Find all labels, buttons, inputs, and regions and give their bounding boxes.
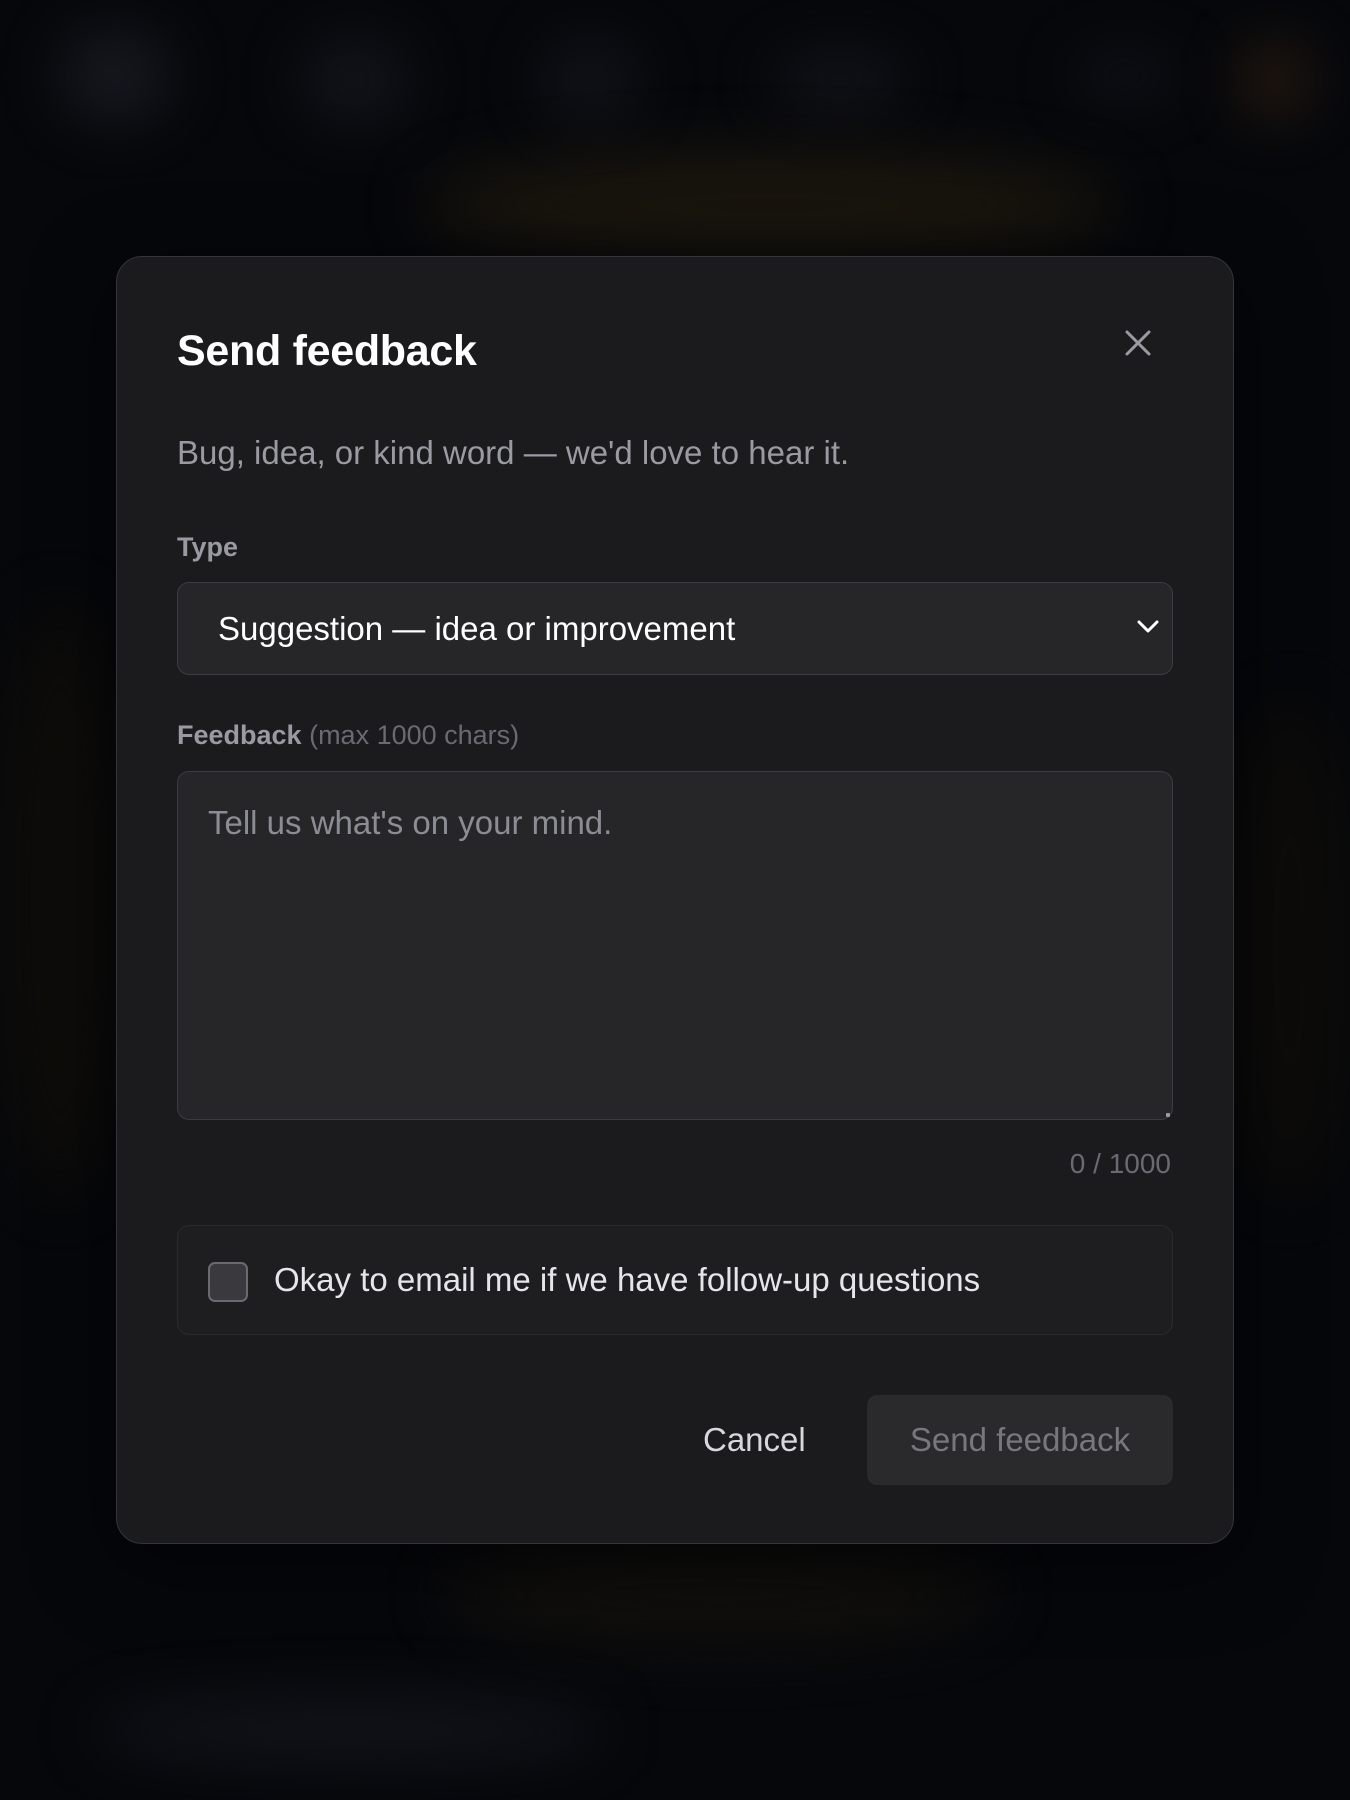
send-feedback-button[interactable]: Send feedback [867,1395,1173,1485]
background-blur [90,1700,610,1760]
email-consent-checkbox[interactable] [208,1262,248,1302]
background-blur [60,30,170,120]
close-icon [1125,330,1151,356]
type-select[interactable]: Suggestion — idea or improvement [177,582,1173,675]
feedback-textarea[interactable]: Tell us what's on your mind. [177,771,1173,1120]
resize-handle[interactable] [1166,1113,1170,1117]
feedback-placeholder: Tell us what's on your mind. [208,804,613,841]
feedback-label-text: Feedback [177,720,302,750]
email-consent-row[interactable]: Okay to email me if we have follow-up qu… [177,1225,1173,1335]
background-blur [1070,55,1180,95]
background-blur [0,600,120,1200]
character-counter: 0 / 1000 [1069,1148,1171,1179]
close-button[interactable] [1120,325,1156,361]
background-blur [1240,45,1310,115]
background-blur [420,150,1120,260]
type-label: Type [177,532,239,562]
dialog-subtitle: Bug, idea, or kind word — we'd love to h… [177,434,850,471]
dialog-title: Send feedback [177,327,477,375]
email-consent-label[interactable]: Okay to email me if we have follow-up qu… [274,1261,980,1299]
background-blur [540,40,640,120]
feedback-dialog: Send feedback Bug, idea, or kind word — … [116,256,1234,1544]
chevron-down-icon [1137,620,1159,633]
background-blur [440,1540,1000,1650]
feedback-label: Feedback (max 1000 chars) [177,720,519,751]
cancel-button[interactable]: Cancel [675,1395,834,1485]
type-select-value: Suggestion — idea or improvement [218,610,736,647]
background-blur [770,55,910,105]
background-blur [300,40,410,120]
feedback-label-hint: (max 1000 chars) [309,720,520,750]
background-blur [1230,700,1350,1200]
